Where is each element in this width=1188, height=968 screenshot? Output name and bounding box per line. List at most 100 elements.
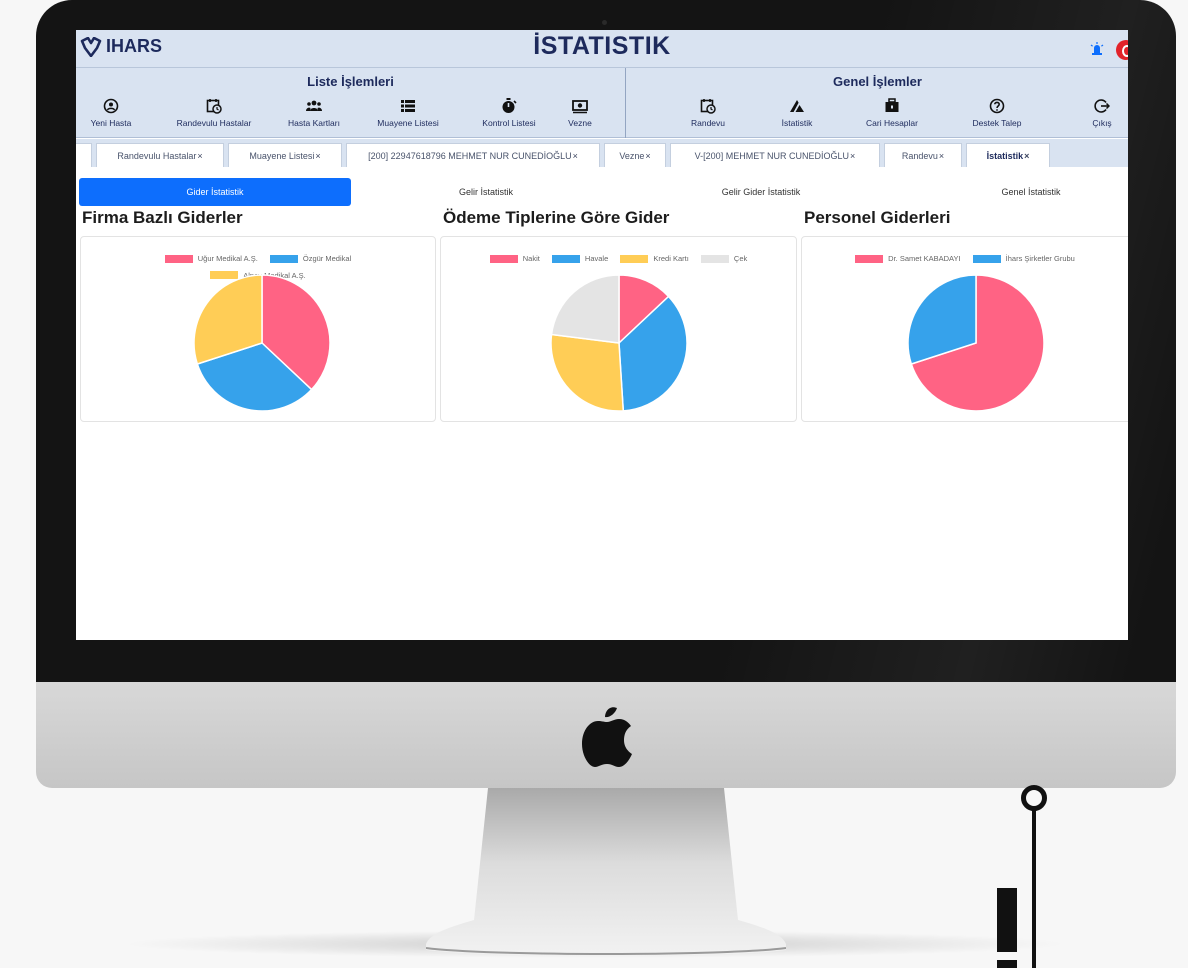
toolbar-button-destek-talep[interactable]: Destek Talep	[967, 98, 1027, 128]
toolbar-label: Hasta Kartları	[288, 118, 340, 128]
users-icon	[306, 100, 322, 111]
legend-item[interactable]: İhars Şirketler Grubu	[972, 251, 1075, 266]
tab-muayene-listesi[interactable]: Muayene Listesi ×	[228, 143, 342, 167]
legend-swatch	[855, 254, 884, 263]
tab-randevulu-hastalar[interactable]: Randevulu Hastalar ×	[96, 143, 224, 167]
toolbar-label: Destek Talep	[972, 118, 1022, 128]
alarm-icon[interactable]	[1090, 42, 1104, 56]
legend-label: Kredi Kartı	[653, 254, 689, 263]
legend-swatch	[972, 254, 1001, 263]
money-icon	[572, 100, 588, 114]
toolbar-label: Vezne	[568, 118, 592, 128]
legend-item[interactable]: Kredi Kartı	[620, 251, 689, 266]
toolbar-button-cari-hesaplar[interactable]: Cari Hesaplar	[857, 98, 927, 128]
chart-title: Firma Bazlı Giderler	[82, 208, 243, 227]
imac-mockup: IHARS İSTATISTIK Liste İşlemleri Yeni Ha…	[0, 0, 1188, 968]
tab-label: Muayene Listesi	[249, 150, 315, 161]
legend-swatch	[620, 254, 649, 263]
user-circle-icon	[103, 98, 119, 114]
chart-legend: Dr. Samet KABADAYI İhars Şirketler Grubu	[802, 251, 1128, 268]
close-icon[interactable]: ×	[850, 151, 855, 161]
chart-legend: Nakit Havale Kredi Kartı Çek	[441, 251, 796, 268]
toolbar-label: Randevu	[690, 118, 726, 128]
close-icon[interactable]: ×	[645, 151, 650, 161]
general-operations-group: Genel İşlemler Randevu İstatistik Cari H…	[627, 68, 1128, 138]
tab-patient-record[interactable]: [200] 22947618796 MEHMET NUR CUNEDİOĞLU ×	[346, 143, 600, 167]
pie-chart-firma	[193, 274, 331, 412]
group-title-list-operations: Liste İşlemleri	[307, 74, 394, 89]
tab-label: Vezne	[619, 150, 645, 161]
toolbar-label: Çıkış	[1092, 118, 1112, 128]
toolbar-button-randevu[interactable]: Randevu	[683, 98, 733, 128]
chart-card-odeme: Nakit Havale Kredi Kartı Çek	[440, 236, 797, 422]
chart-icon	[790, 100, 804, 112]
legend-swatch	[269, 254, 298, 263]
tab-randevu[interactable]: Randevu ×	[884, 143, 962, 167]
subnav-gelir-gider-istatistik[interactable]: Gelir Gider İstatistik	[686, 178, 836, 206]
top-bar: IHARS İSTATISTIK	[76, 30, 1128, 68]
app-screen: IHARS İSTATISTIK Liste İşlemleri Yeni Ha…	[76, 30, 1128, 640]
apple-logo-icon	[582, 707, 632, 767]
close-icon[interactable]: ×	[197, 151, 202, 161]
legend-item[interactable]: Nakit	[489, 251, 540, 266]
chart-card-firma: Uğur Medikal A.Ş. Özgür Medikal Alpay Me…	[80, 236, 436, 422]
legend-swatch	[489, 254, 518, 263]
toolbar-button-randevulu-hastalar[interactable]: Randevulu Hastalar	[168, 98, 260, 128]
tab-label: Randevu	[901, 150, 938, 161]
page-title: İSTATISTIK	[533, 32, 671, 60]
legend-item[interactable]: Uğur Medikal A.Ş.	[164, 251, 258, 266]
close-icon[interactable]: ×	[573, 151, 578, 161]
tab-istatistik[interactable]: İstatistik ×	[966, 143, 1050, 167]
pin-line-decoration	[1032, 808, 1036, 968]
bar-decoration	[997, 888, 1017, 952]
close-icon[interactable]: ×	[1024, 151, 1029, 161]
toolbar-button-kontrol-listesi[interactable]: Kontrol Listesi	[472, 98, 546, 128]
toolbar-label: Cari Hesaplar	[866, 118, 918, 128]
subnav-gelir-istatistik[interactable]: Gelir İstatistik	[416, 178, 556, 206]
tab-label: Randevulu Hastalar	[117, 150, 197, 161]
toolbar-button-istatistik[interactable]: İstatistik	[772, 98, 822, 128]
legend-swatch	[700, 254, 729, 263]
close-icon[interactable]: ×	[939, 151, 944, 161]
chart-card-personel: Dr. Samet KABADAYI İhars Şirketler Grubu	[801, 236, 1128, 422]
calendar-clock-icon	[206, 99, 222, 114]
legend-item[interactable]: Havale	[551, 251, 609, 266]
statistics-subnav: Gider İstatistik Gelir İstatistik Gelir …	[76, 178, 1128, 206]
toolbar-button-cikis[interactable]: Çıkış	[1082, 98, 1122, 128]
toolbar-button-hasta-kartlari[interactable]: Hasta Kartları	[279, 98, 349, 128]
pie-chart-personel	[907, 274, 1045, 412]
close-icon[interactable]: ×	[315, 151, 320, 161]
legend-swatch	[551, 254, 580, 263]
subnav-genel-istatistik[interactable]: Genel İstatistik	[966, 178, 1096, 206]
tab-label: [200] 22947618796 MEHMET NUR CUNEDİOĞLU	[368, 150, 572, 161]
toolbar-button-vezne[interactable]: Vezne	[560, 98, 600, 128]
tab-bar: Randevulu Hastalar × Muayene Listesi × [20…	[76, 139, 1128, 167]
pie-slice-3[interactable]	[550, 274, 620, 344]
toolbar-label: Yeni Hasta	[90, 118, 132, 128]
briefcase-icon	[885, 98, 899, 112]
calendar-clock-icon	[700, 99, 716, 114]
tab-vezne-patient[interactable]: V-[200] MEHMET NUR CUNEDİOĞLU ×	[670, 143, 880, 167]
camera-icon	[602, 20, 607, 25]
legend-item[interactable]: Dr. Samet KABADAYI	[855, 251, 961, 266]
tab-vezne[interactable]: Vezne ×	[604, 143, 666, 167]
legend-item[interactable]: Özgür Medikal	[269, 251, 351, 266]
toolbar-label: Randevulu Hastalar	[176, 118, 252, 128]
toolbar-button-muayene-listesi[interactable]: Muayene Listesi	[368, 98, 448, 128]
pie-slice-2[interactable]	[550, 333, 625, 412]
logout-icon	[1094, 99, 1110, 113]
tab-truncated[interactable]	[76, 143, 92, 167]
toolbar: Liste İşlemleri Yeni Hasta Randevulu Has…	[76, 68, 1128, 138]
legend-item[interactable]: Çek	[700, 251, 747, 266]
list-operations-group: Liste İşlemleri Yeni Hasta Randevulu Has…	[76, 68, 626, 138]
tab-label: İstatistik	[986, 150, 1024, 161]
stopwatch-icon	[502, 98, 517, 113]
subnav-gider-istatistik[interactable]: Gider İstatistik	[79, 178, 351, 206]
toolbar-label: İstatistik	[781, 118, 813, 128]
legend-label: Havale	[584, 254, 609, 263]
pie-chart-odeme	[550, 274, 688, 412]
question-icon	[989, 98, 1005, 114]
legend-label: Uğur Medikal A.Ş.	[197, 254, 258, 263]
toolbar-button-yeni-hasta[interactable]: Yeni Hasta	[86, 98, 136, 128]
group-title-general-operations: Genel İşlemler	[833, 74, 922, 89]
